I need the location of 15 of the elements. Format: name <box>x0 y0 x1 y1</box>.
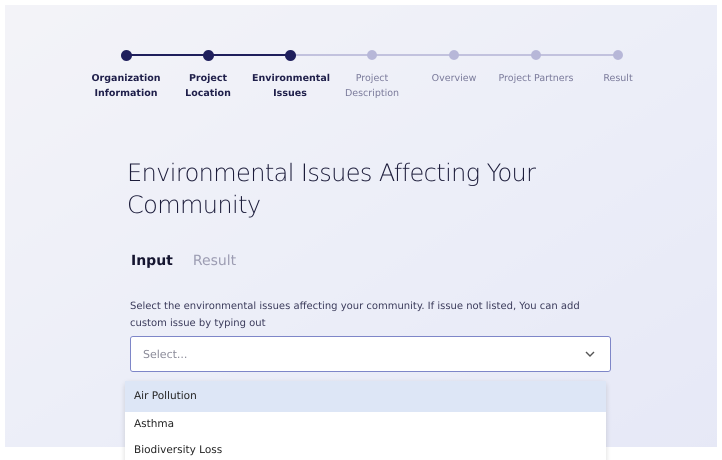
tab[interactable]: Input <box>131 251 173 272</box>
step-label: Result <box>602 72 634 86</box>
dropdown-option[interactable]: Asthma <box>125 412 606 438</box>
step-label: Project Location <box>184 72 232 101</box>
step-label: Overview <box>430 72 478 86</box>
step-label: Project Partners <box>498 72 574 86</box>
step-label: Environmental Issues <box>252 72 328 101</box>
select-field[interactable]: Select... <box>130 336 611 372</box>
chevron-down-icon <box>585 351 595 357</box>
step-label: Organization Information <box>90 72 162 101</box>
page-title: Environmental Issues Affecting Your Community <box>127 158 537 221</box>
dropdown-option[interactable]: Air Pollution <box>125 381 606 412</box>
dropdown-option[interactable]: Biodiversity Loss <box>125 438 606 460</box>
step-label: Project Description <box>344 72 400 101</box>
field-description: Select the environmental issues affecting your community. If issue not listed, You can add custom issue by typing out <box>130 300 581 331</box>
